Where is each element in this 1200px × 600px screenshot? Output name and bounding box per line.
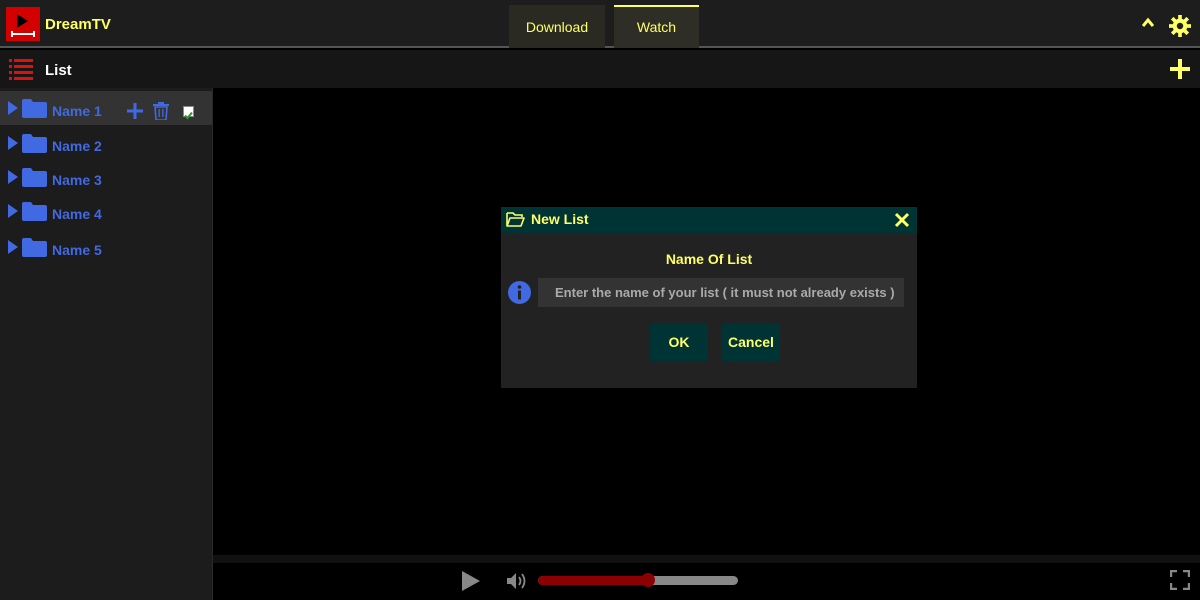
new-list-dialog: New List Name Of List OK Cancel [501, 207, 917, 388]
folder-icon [22, 168, 47, 187]
seek-progress [538, 576, 648, 585]
app-title: DreamTV [45, 16, 111, 33]
dialog-header: New List [501, 207, 917, 233]
top-bar: DreamTV Download Watch [0, 0, 1200, 48]
player-divider [213, 555, 1200, 563]
checkmark-icon [184, 111, 193, 120]
folder-open-icon [506, 212, 525, 227]
seek-handle[interactable] [641, 573, 655, 587]
close-icon[interactable] [894, 212, 910, 228]
list-icon[interactable] [9, 58, 33, 80]
seek-bar[interactable] [538, 573, 738, 587]
sidebar-item-label: Name 1 [52, 103, 102, 119]
sidebar-item-name-2[interactable]: Name 2 [0, 126, 212, 160]
sidebar-item-label: Name 5 [52, 242, 102, 258]
tab-watch[interactable]: Watch [614, 5, 699, 48]
folder-icon [22, 134, 47, 153]
add-list-icon[interactable] [1170, 59, 1190, 79]
sidebar-item-label: Name 4 [52, 206, 102, 222]
sidebar-item-name-4[interactable]: Name 4 [0, 194, 212, 228]
add-icon[interactable] [127, 103, 143, 119]
gear-icon[interactable] [1169, 15, 1191, 37]
volume-icon[interactable] [506, 571, 528, 591]
list-name-input[interactable] [538, 278, 904, 307]
sidebar-item-name-5[interactable]: Name 5 [0, 230, 212, 264]
trash-icon[interactable] [153, 102, 169, 120]
folder-icon [22, 99, 47, 118]
app-window: DreamTV Download Watch List Name 1 Name … [0, 0, 1200, 600]
item-checkbox[interactable] [183, 106, 194, 120]
caret-right-icon[interactable] [8, 204, 18, 218]
sidebar: Name 1 Name 2 Name 3 Name 4 Name 5 [0, 88, 213, 600]
caret-right-icon[interactable] [8, 101, 18, 115]
dialog-title: New List [531, 211, 589, 227]
sidebar-item-label: Name 3 [52, 172, 102, 188]
play-icon[interactable] [462, 571, 480, 591]
list-header: List [0, 50, 1200, 88]
ok-button[interactable]: OK [650, 324, 708, 361]
chevron-up-icon[interactable] [1142, 17, 1154, 29]
list-title: List [45, 62, 72, 79]
cancel-button[interactable]: Cancel [722, 324, 780, 361]
sidebar-item-name-1[interactable]: Name 1 [0, 91, 212, 125]
sidebar-item-name-3[interactable]: Name 3 [0, 160, 212, 194]
fullscreen-icon[interactable] [1170, 570, 1190, 590]
folder-icon [22, 202, 47, 221]
caret-right-icon[interactable] [8, 136, 18, 150]
tab-download[interactable]: Download [509, 5, 605, 48]
info-icon [508, 281, 531, 304]
caret-right-icon[interactable] [8, 240, 18, 254]
folder-icon [22, 238, 47, 257]
caret-right-icon[interactable] [8, 170, 18, 184]
app-logo [6, 7, 40, 41]
list-name-label: Name Of List [665, 251, 753, 267]
sidebar-item-label: Name 2 [52, 138, 102, 154]
